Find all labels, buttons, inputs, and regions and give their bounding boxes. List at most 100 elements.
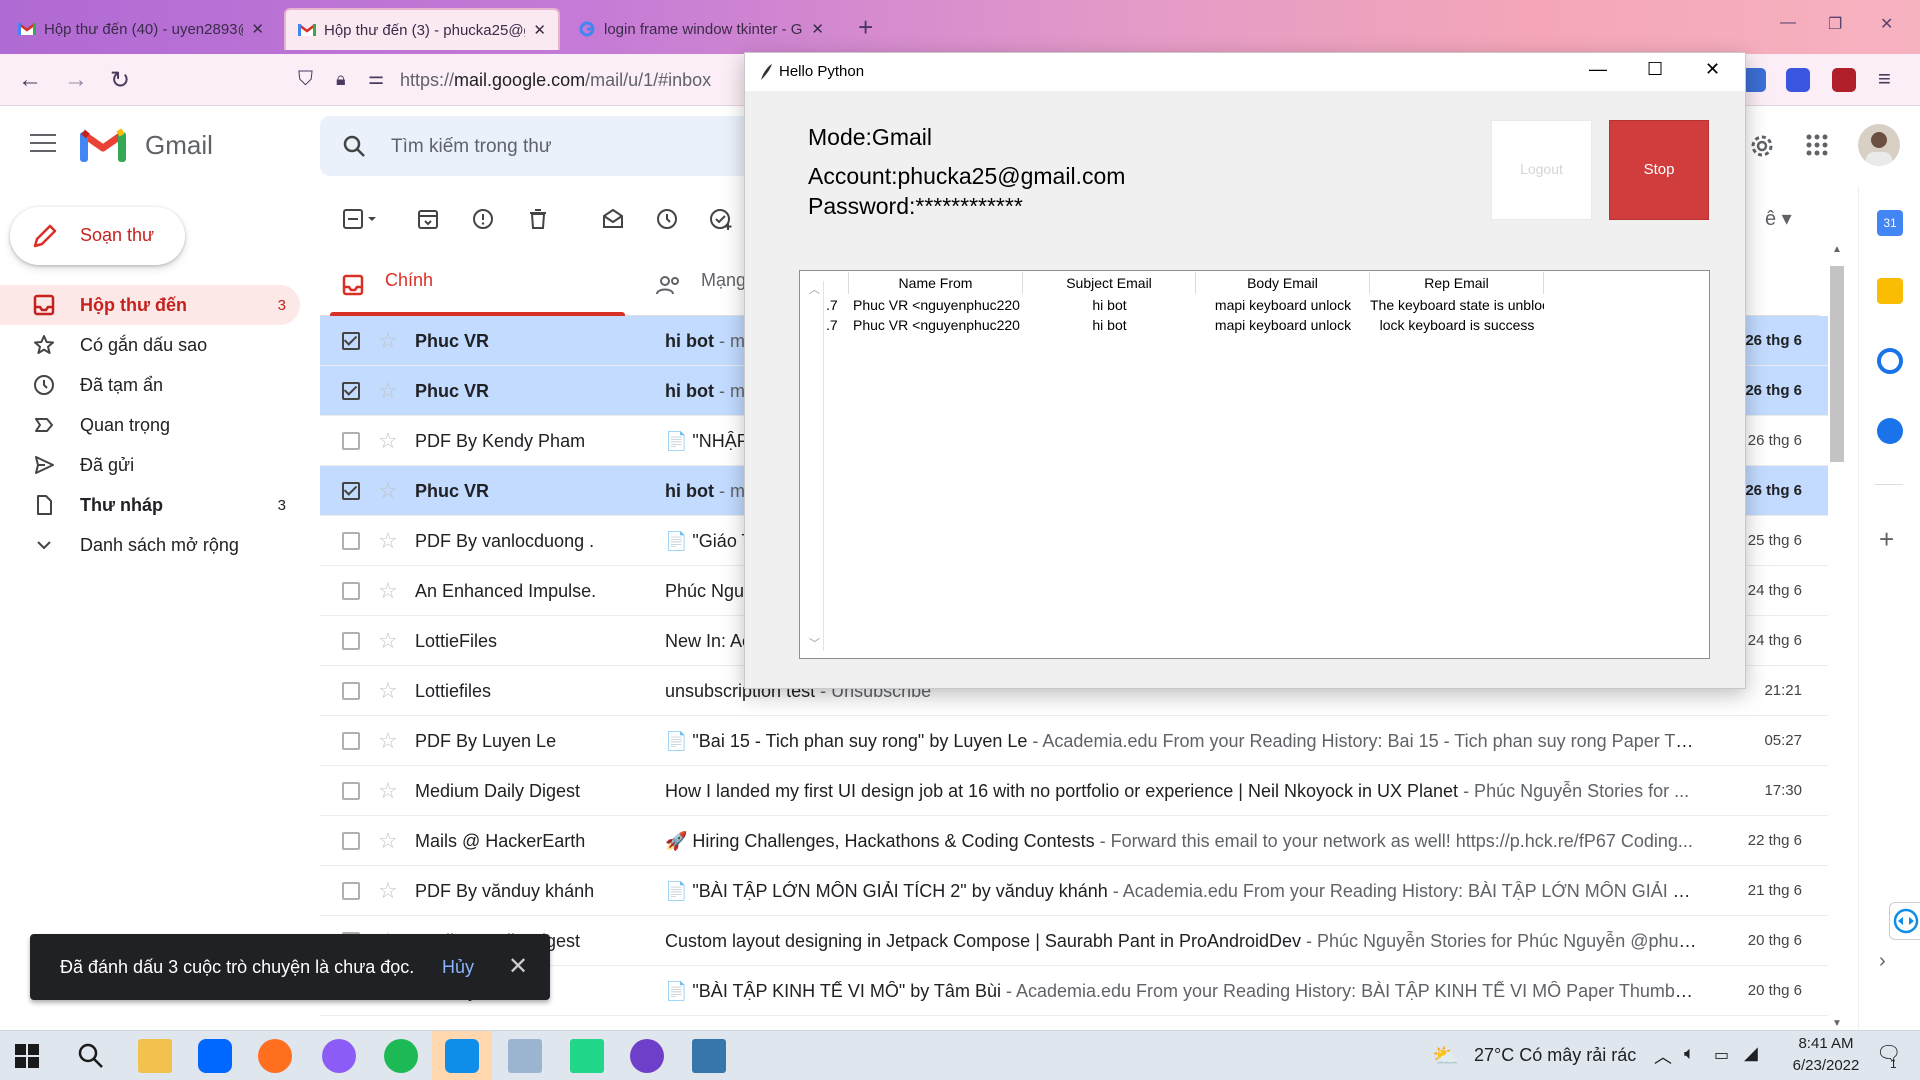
extension-icon[interactable] — [1786, 68, 1810, 92]
email-row[interactable]: ☆ PDF By Luyen Le 📄 "Bai 15 - Tich phan su… — [320, 716, 1828, 766]
tree-cell-name[interactable]: Phuc VR <nguyenphuc220100@ — [853, 297, 1021, 313]
pycharm-icon[interactable] — [570, 1039, 604, 1073]
snooze-icon[interactable] — [654, 206, 680, 232]
forward-arrow-icon[interactable]: → — [64, 66, 88, 94]
spotify-icon[interactable] — [384, 1039, 418, 1073]
scroll-down-icon[interactable]: ▼ — [1832, 1018, 1842, 1029]
row-checkbox[interactable] — [342, 732, 360, 750]
search-icon[interactable] — [76, 1041, 106, 1071]
tab-close-icon[interactable]: ✕ — [811, 20, 824, 38]
ublock-extension-icon[interactable] — [1832, 68, 1856, 92]
tab-social[interactable]: Mạng — [701, 270, 746, 291]
reload-icon[interactable]: ↻ — [110, 66, 130, 95]
tasks-icon[interactable] — [1877, 348, 1903, 374]
star-icon[interactable]: ☆ — [378, 428, 398, 454]
file-explorer-icon[interactable] — [138, 1039, 172, 1073]
row-checkbox[interactable] — [342, 332, 360, 350]
star-icon[interactable]: ☆ — [378, 678, 398, 704]
column-header-rep[interactable]: Rep Email — [1370, 272, 1544, 294]
settings-gear-icon[interactable] — [1748, 132, 1776, 160]
tree-scrollbar[interactable]: ︿ ﹀ — [806, 281, 824, 651]
star-icon[interactable]: ☆ — [378, 878, 398, 904]
tk-maximize-icon[interactable]: ☐ — [1647, 59, 1663, 80]
scroll-up-icon[interactable]: ▲ — [1832, 244, 1842, 255]
star-icon[interactable]: ☆ — [378, 378, 398, 404]
tab-primary[interactable]: Chính — [320, 254, 625, 316]
star-icon[interactable]: ☆ — [378, 528, 398, 554]
tree-cell-body[interactable]: mapi keyboard unlock — [1196, 317, 1370, 333]
sidebar-item-snoozed[interactable]: Đã tạm ẩn — [0, 365, 300, 405]
minimize-icon[interactable]: — — [1780, 14, 1796, 32]
select-all-checkbox-icon[interactable] — [342, 206, 382, 232]
new-tab-button[interactable]: + — [858, 12, 873, 43]
contacts-icon[interactable] — [1877, 418, 1903, 444]
row-checkbox[interactable] — [342, 682, 360, 700]
row-checkbox[interactable] — [342, 582, 360, 600]
tree-cell-rep[interactable]: The keyboard state is unblock — [1370, 297, 1544, 313]
teamviewer-float-icon[interactable] — [1889, 902, 1920, 940]
email-treeview[interactable]: ︿ ﹀ Name From Subject Email Body Email R… — [799, 270, 1710, 659]
star-icon[interactable]: ☆ — [378, 628, 398, 654]
column-header-name-from[interactable]: Name From — [849, 272, 1023, 294]
permissions-icon[interactable]: ⚌ — [368, 68, 384, 89]
firefox-icon[interactable] — [258, 1039, 292, 1073]
tree-cell-rep[interactable]: lock keyboard is success — [1370, 317, 1544, 333]
search-input[interactable]: Tìm kiếm trong thư — [391, 136, 552, 158]
tree-cell-subject[interactable]: hi bot — [1023, 297, 1196, 313]
url-text[interactable]: https://mail.google.com/mail/u/1/#inbox — [400, 70, 711, 91]
stop-button[interactable]: Stop — [1609, 120, 1709, 220]
scroll-down-icon[interactable]: ﹀ — [809, 635, 820, 651]
row-checkbox[interactable] — [342, 832, 360, 850]
browser-tab-3[interactable]: login frame window tkinter - G ✕ — [566, 8, 836, 50]
star-icon[interactable]: ☆ — [378, 828, 398, 854]
lock-icon[interactable]: 🔒︎ — [336, 69, 346, 90]
python-icon[interactable] — [692, 1039, 726, 1073]
star-icon[interactable]: ☆ — [378, 478, 398, 504]
menu-icon[interactable]: ≡ — [1878, 66, 1891, 92]
undo-button[interactable]: Hủy — [442, 957, 474, 978]
row-checkbox[interactable] — [342, 782, 360, 800]
tray-chevron-up-icon[interactable]: ︿ — [1654, 1043, 1672, 1069]
browser-tab-1[interactable]: Hộp thư đến (40) - uyen2893@g ✕ — [6, 8, 276, 50]
row-checkbox[interactable] — [342, 882, 360, 900]
scroll-up-icon[interactable]: ︿ — [809, 281, 820, 297]
snackbar-close-icon[interactable]: ✕ — [508, 952, 528, 981]
github-desktop-icon[interactable] — [630, 1039, 664, 1073]
maximize-icon[interactable]: ❐ — [1828, 14, 1842, 34]
tab-close-icon[interactable]: ✕ — [533, 21, 546, 39]
gmail-logo-icon[interactable] — [80, 128, 126, 162]
tk-titlebar[interactable]: Hello Python — ☐ ✕ — [745, 53, 1745, 91]
tk-minimize-icon[interactable]: — — [1589, 59, 1607, 80]
row-checkbox[interactable] — [342, 632, 360, 650]
email-row[interactable]: ☆ PDF By vănduy khánh 📄 "BÀI TẬP LỚN MÔN G… — [320, 866, 1828, 916]
mark-as-read-icon[interactable] — [600, 206, 626, 232]
volume-icon[interactable]: 🔈︎ — [1684, 1043, 1695, 1064]
weather-icon[interactable]: ⛅ — [1432, 1043, 1459, 1069]
tab-close-icon[interactable]: ✕ — [251, 20, 264, 38]
tree-id-column-header[interactable] — [824, 272, 849, 294]
notification-icon[interactable]: 🗨︎ — [1876, 1041, 1901, 1066]
column-header-body[interactable]: Body Email — [1196, 272, 1370, 294]
sidebar-item-sent[interactable]: Đã gửi — [0, 445, 300, 485]
sidebar-item-important[interactable]: Quan trọng — [0, 405, 300, 445]
tree-cell-body[interactable]: mapi keyboard unlock — [1196, 297, 1370, 313]
compose-button[interactable]: Soạn thư — [10, 207, 185, 265]
chevron-right-icon[interactable]: › — [1879, 950, 1886, 973]
add-task-icon[interactable] — [708, 206, 734, 232]
sidebar-item-starred[interactable]: Có gắn dấu sao — [0, 325, 300, 365]
sidebar-item-drafts[interactable]: Thư nháp 3 — [0, 485, 300, 525]
avatar[interactable] — [1858, 124, 1900, 166]
scrollbar-thumb[interactable] — [1830, 266, 1844, 462]
add-addon-icon[interactable]: + — [1879, 524, 1894, 555]
star-icon[interactable]: ☆ — [378, 728, 398, 754]
star-icon[interactable]: ☆ — [378, 578, 398, 604]
apps-grid-icon[interactable] — [1806, 134, 1828, 156]
close-icon[interactable]: ✕ — [1880, 14, 1893, 34]
star-icon[interactable]: ☆ — [378, 778, 398, 804]
email-row[interactable]: ☆ Medium Daily Digest How I landed my firs… — [320, 766, 1828, 816]
row-checkbox[interactable] — [342, 382, 360, 400]
clock-date[interactable]: 6/23/2022 — [1786, 1057, 1866, 1074]
teamviewer-task[interactable] — [432, 1031, 492, 1080]
wifi-icon[interactable]: ◢ — [1744, 1043, 1758, 1064]
trash-icon[interactable] — [525, 206, 551, 232]
